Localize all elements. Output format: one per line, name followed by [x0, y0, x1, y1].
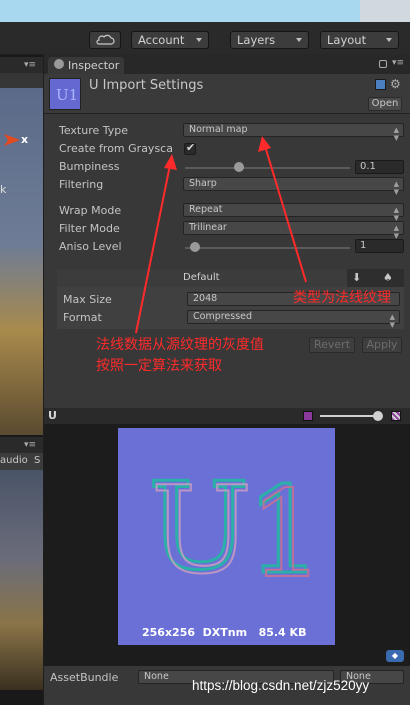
watermark: https://blog.csdn.net/zjz520yy: [192, 678, 370, 693]
annotation-grayscale-note-2: 按照一定算法来获取: [96, 358, 222, 374]
annotation-type-note: 类型为法线纹理: [293, 290, 391, 306]
annotation-grayscale-note-1: 法线数据从源纹理的灰度值: [96, 337, 264, 353]
arrowhead-grayscale: [164, 154, 177, 170]
arrowhead-texture-type: [258, 136, 271, 152]
arrow-to-grayscale: [135, 164, 171, 334]
arrow-to-texture-type: [264, 145, 307, 283]
